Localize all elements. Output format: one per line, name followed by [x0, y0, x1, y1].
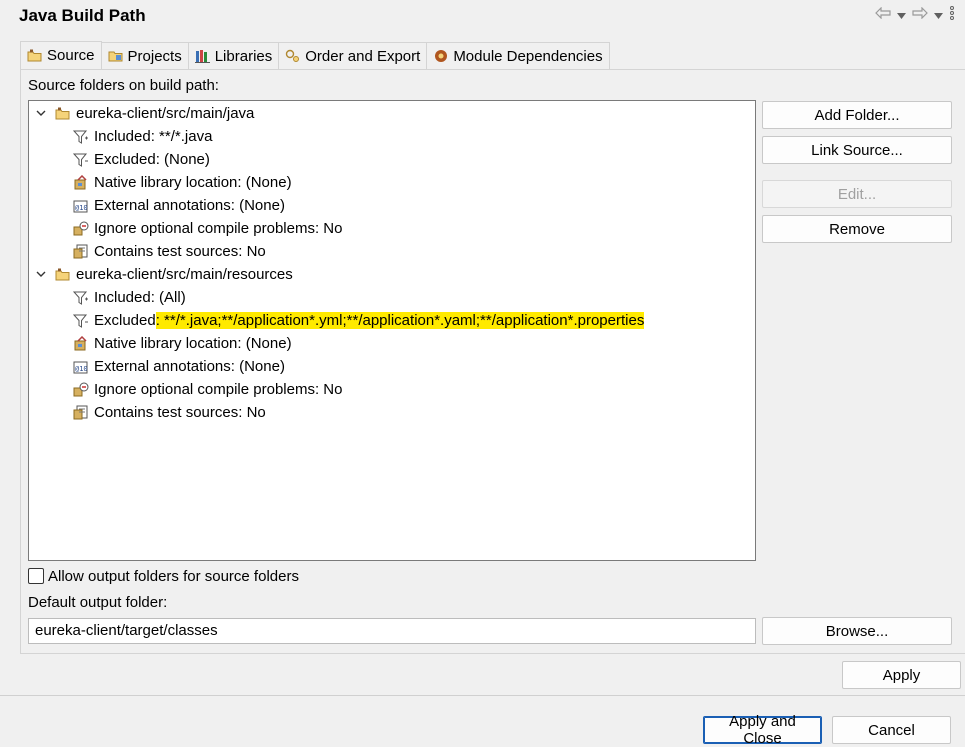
- source-folder-tree[interactable]: eureka-client/src/main/java Included: **…: [28, 100, 756, 561]
- annotations-icon: @10: [73, 198, 89, 214]
- tree-folder-row[interactable]: eureka-client/src/main/java: [35, 102, 254, 125]
- back-menu-chevron-down-icon[interactable]: [897, 7, 906, 22]
- tree-item-row[interactable]: Contains test sources: No: [73, 401, 266, 424]
- source-folder-icon: [55, 106, 71, 122]
- filter-icon: [73, 290, 89, 306]
- tree-folder-label: eureka-client/src/main/resources: [76, 266, 293, 283]
- browse-button[interactable]: Browse...: [762, 617, 952, 645]
- nav-controls: [875, 6, 955, 23]
- remove-button[interactable]: Remove: [762, 215, 952, 243]
- tab-label: Projects: [127, 47, 182, 65]
- forward-arrow-icon[interactable]: [912, 6, 928, 22]
- page-title: Java Build Path: [19, 6, 146, 25]
- tree-item-label: External annotations: (None): [94, 197, 285, 214]
- tab-libraries[interactable]: Libraries: [188, 42, 280, 69]
- tree-item-row[interactable]: Included: (All): [73, 286, 186, 309]
- allow-output-folders-checkbox[interactable]: [28, 568, 44, 584]
- source-folder-icon: [27, 48, 43, 64]
- tree-item-row[interactable]: Contains test sources: No: [73, 240, 266, 263]
- tab-label: Module Dependencies: [453, 47, 603, 65]
- title-bar: Java Build Path: [0, 0, 965, 34]
- tree-item-row[interactable]: Ignore optional compile problems: No: [73, 378, 342, 401]
- tree-item-label: Ignore optional compile problems: No: [94, 220, 343, 237]
- chevron-down-icon[interactable]: [35, 108, 47, 120]
- tree-item-row[interactable]: Included: **/*.java: [73, 125, 212, 148]
- tab-label: Order and Export: [305, 47, 421, 65]
- tree-item-label: Included: **/*.java: [94, 128, 213, 145]
- tree-item-row[interactable]: Native library location: (None): [73, 171, 292, 194]
- link-source-button[interactable]: Link Source...: [762, 136, 952, 164]
- test-sources-icon: [73, 405, 89, 421]
- tab-source[interactable]: Source: [20, 41, 102, 69]
- tab-label: Libraries: [214, 47, 273, 65]
- edit-button[interactable]: Edit...: [762, 180, 952, 208]
- apply-and-close-button[interactable]: Apply and Close: [703, 713, 822, 747]
- source-folder-icon: [55, 267, 71, 283]
- projects-icon: [108, 48, 124, 64]
- excluded-patterns-highlight: : **/*.java;**/application*.yml;**/appli…: [155, 312, 645, 329]
- libraries-icon: [194, 48, 211, 64]
- tab-bar: Source Projects Libraries Order and Expo…: [20, 41, 610, 69]
- ignore-problems-icon: [73, 221, 89, 237]
- module-icon: [433, 48, 449, 64]
- svg-text:@10: @10: [75, 204, 88, 212]
- tree-item-row[interactable]: @10 External annotations: (None): [73, 194, 285, 217]
- annotations-icon: @10: [73, 359, 89, 375]
- tab-projects[interactable]: Projects: [101, 42, 189, 69]
- tree-item-label: Excluded: (None): [94, 151, 210, 168]
- tree-folder-row[interactable]: eureka-client/src/main/resources: [35, 263, 293, 286]
- filter-icon: [73, 152, 89, 168]
- tree-item-row[interactable]: Native library location: (None): [73, 332, 292, 355]
- forward-menu-chevron-down-icon[interactable]: [934, 7, 943, 22]
- tab-module-dependencies[interactable]: Module Dependencies: [427, 42, 610, 69]
- tree-item-row[interactable]: Ignore optional compile problems: No: [73, 217, 342, 240]
- order-export-icon: [285, 48, 301, 64]
- cancel-button[interactable]: Cancel: [832, 716, 951, 744]
- apply-button[interactable]: Apply: [842, 661, 961, 689]
- filter-icon: [73, 313, 89, 329]
- tree-item-label: Contains test sources: No: [94, 243, 266, 260]
- tab-order-and-export[interactable]: Order and Export: [279, 42, 428, 69]
- source-folders-heading: Source folders on build path:: [28, 77, 219, 94]
- tree-item-row[interactable]: Excluded: (None): [73, 148, 210, 171]
- native-library-icon: [73, 335, 89, 352]
- back-arrow-icon[interactable]: [875, 6, 891, 22]
- svg-text:@10: @10: [75, 365, 88, 373]
- default-output-folder-input[interactable]: eureka-client/target/classes: [28, 618, 756, 644]
- tab-label: Source: [47, 47, 95, 64]
- filter-icon: [73, 129, 89, 145]
- test-sources-icon: [73, 244, 89, 260]
- tree-item-label: Native library location: (None): [94, 174, 292, 191]
- view-menu-icon[interactable]: [949, 6, 955, 23]
- allow-output-folders-label: Allow output folders for source folders: [48, 568, 299, 585]
- tree-item-label: Included: (All): [94, 289, 186, 306]
- tree-folder-label: eureka-client/src/main/java: [76, 105, 255, 122]
- ignore-problems-icon: [73, 382, 89, 398]
- tree-item-label: Contains test sources: No: [94, 404, 266, 421]
- add-folder-button[interactable]: Add Folder...: [762, 101, 952, 129]
- tree-item-row[interactable]: @10 External annotations: (None): [73, 355, 285, 378]
- tree-item-label: Ignore optional compile problems: No: [94, 381, 343, 398]
- default-output-folder-label: Default output folder:: [28, 594, 168, 611]
- tree-item-label: Excluded: [94, 312, 156, 329]
- tree-item-label: Native library location: (None): [94, 335, 292, 352]
- chevron-down-icon[interactable]: [35, 269, 47, 281]
- native-library-icon: [73, 174, 89, 191]
- tree-item-label: External annotations: (None): [94, 358, 285, 375]
- tree-item-row[interactable]: Excluded: **/*.java;**/application*.yml;…: [73, 309, 645, 332]
